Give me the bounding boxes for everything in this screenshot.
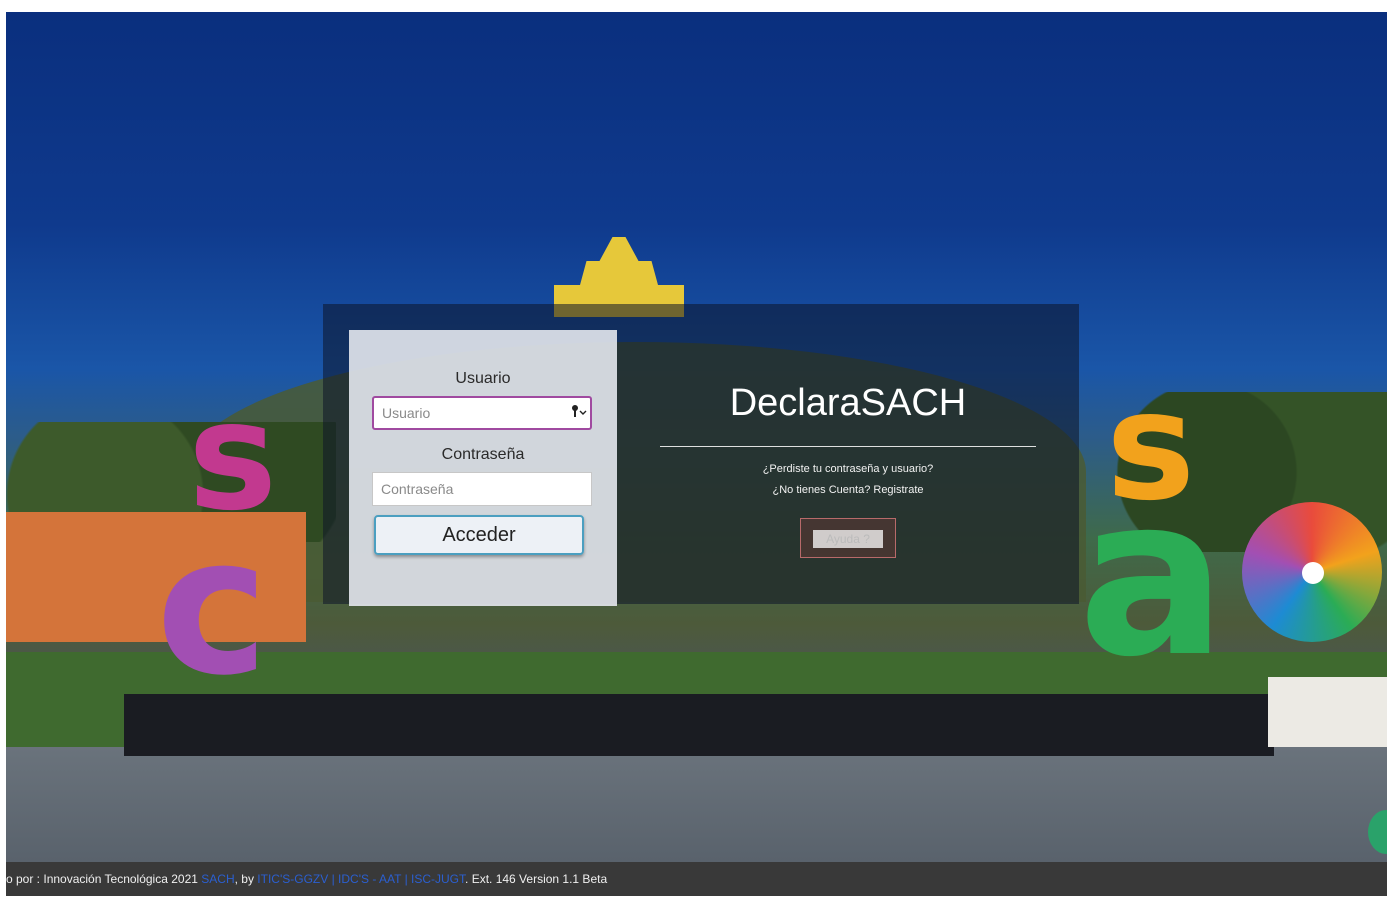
title-divider [660, 446, 1036, 447]
password-label: Contraseña [441, 446, 525, 463]
help-button[interactable]: Ayuda ? [800, 518, 896, 558]
key-icon-svg [572, 405, 587, 417]
register-link[interactable]: ¿No tienes Cuenta? Registrate [660, 484, 1036, 496]
footer-bar: o por : Innovación Tecnológica 2021 SACH… [6, 862, 1387, 896]
login-form: Usuario Contraseña Acceder [349, 330, 617, 606]
footer-link-sach[interactable]: SACH [201, 872, 234, 886]
help-button-label: Ayuda ? [813, 530, 883, 548]
flower-center [1302, 562, 1324, 584]
username-input[interactable] [372, 396, 592, 430]
key-icon[interactable] [569, 404, 589, 422]
footer-by: , by [234, 872, 258, 886]
password-input[interactable] [372, 472, 592, 506]
sign-letter: c [156, 496, 269, 717]
plaza-ground [6, 747, 1387, 862]
sign-plaque [1268, 677, 1387, 747]
username-label: Usuario [455, 370, 511, 387]
footer-link-authors[interactable]: ITIC'S-GGZV | IDC'S - AAT | ISC-JUGT [257, 872, 465, 886]
login-button[interactable]: Acceder [374, 515, 584, 555]
footer-suffix: . Ext. 146 Version 1.1 Beta [465, 872, 608, 886]
footer-prefix: o por : Innovación Tecnológica 2021 [6, 872, 202, 886]
app-title: DeclaraSACH [729, 382, 967, 424]
sign-letter: a [1078, 449, 1227, 705]
forgot-password-link[interactable]: ¿Perdiste tu contraseña y usuario? [660, 463, 1036, 475]
